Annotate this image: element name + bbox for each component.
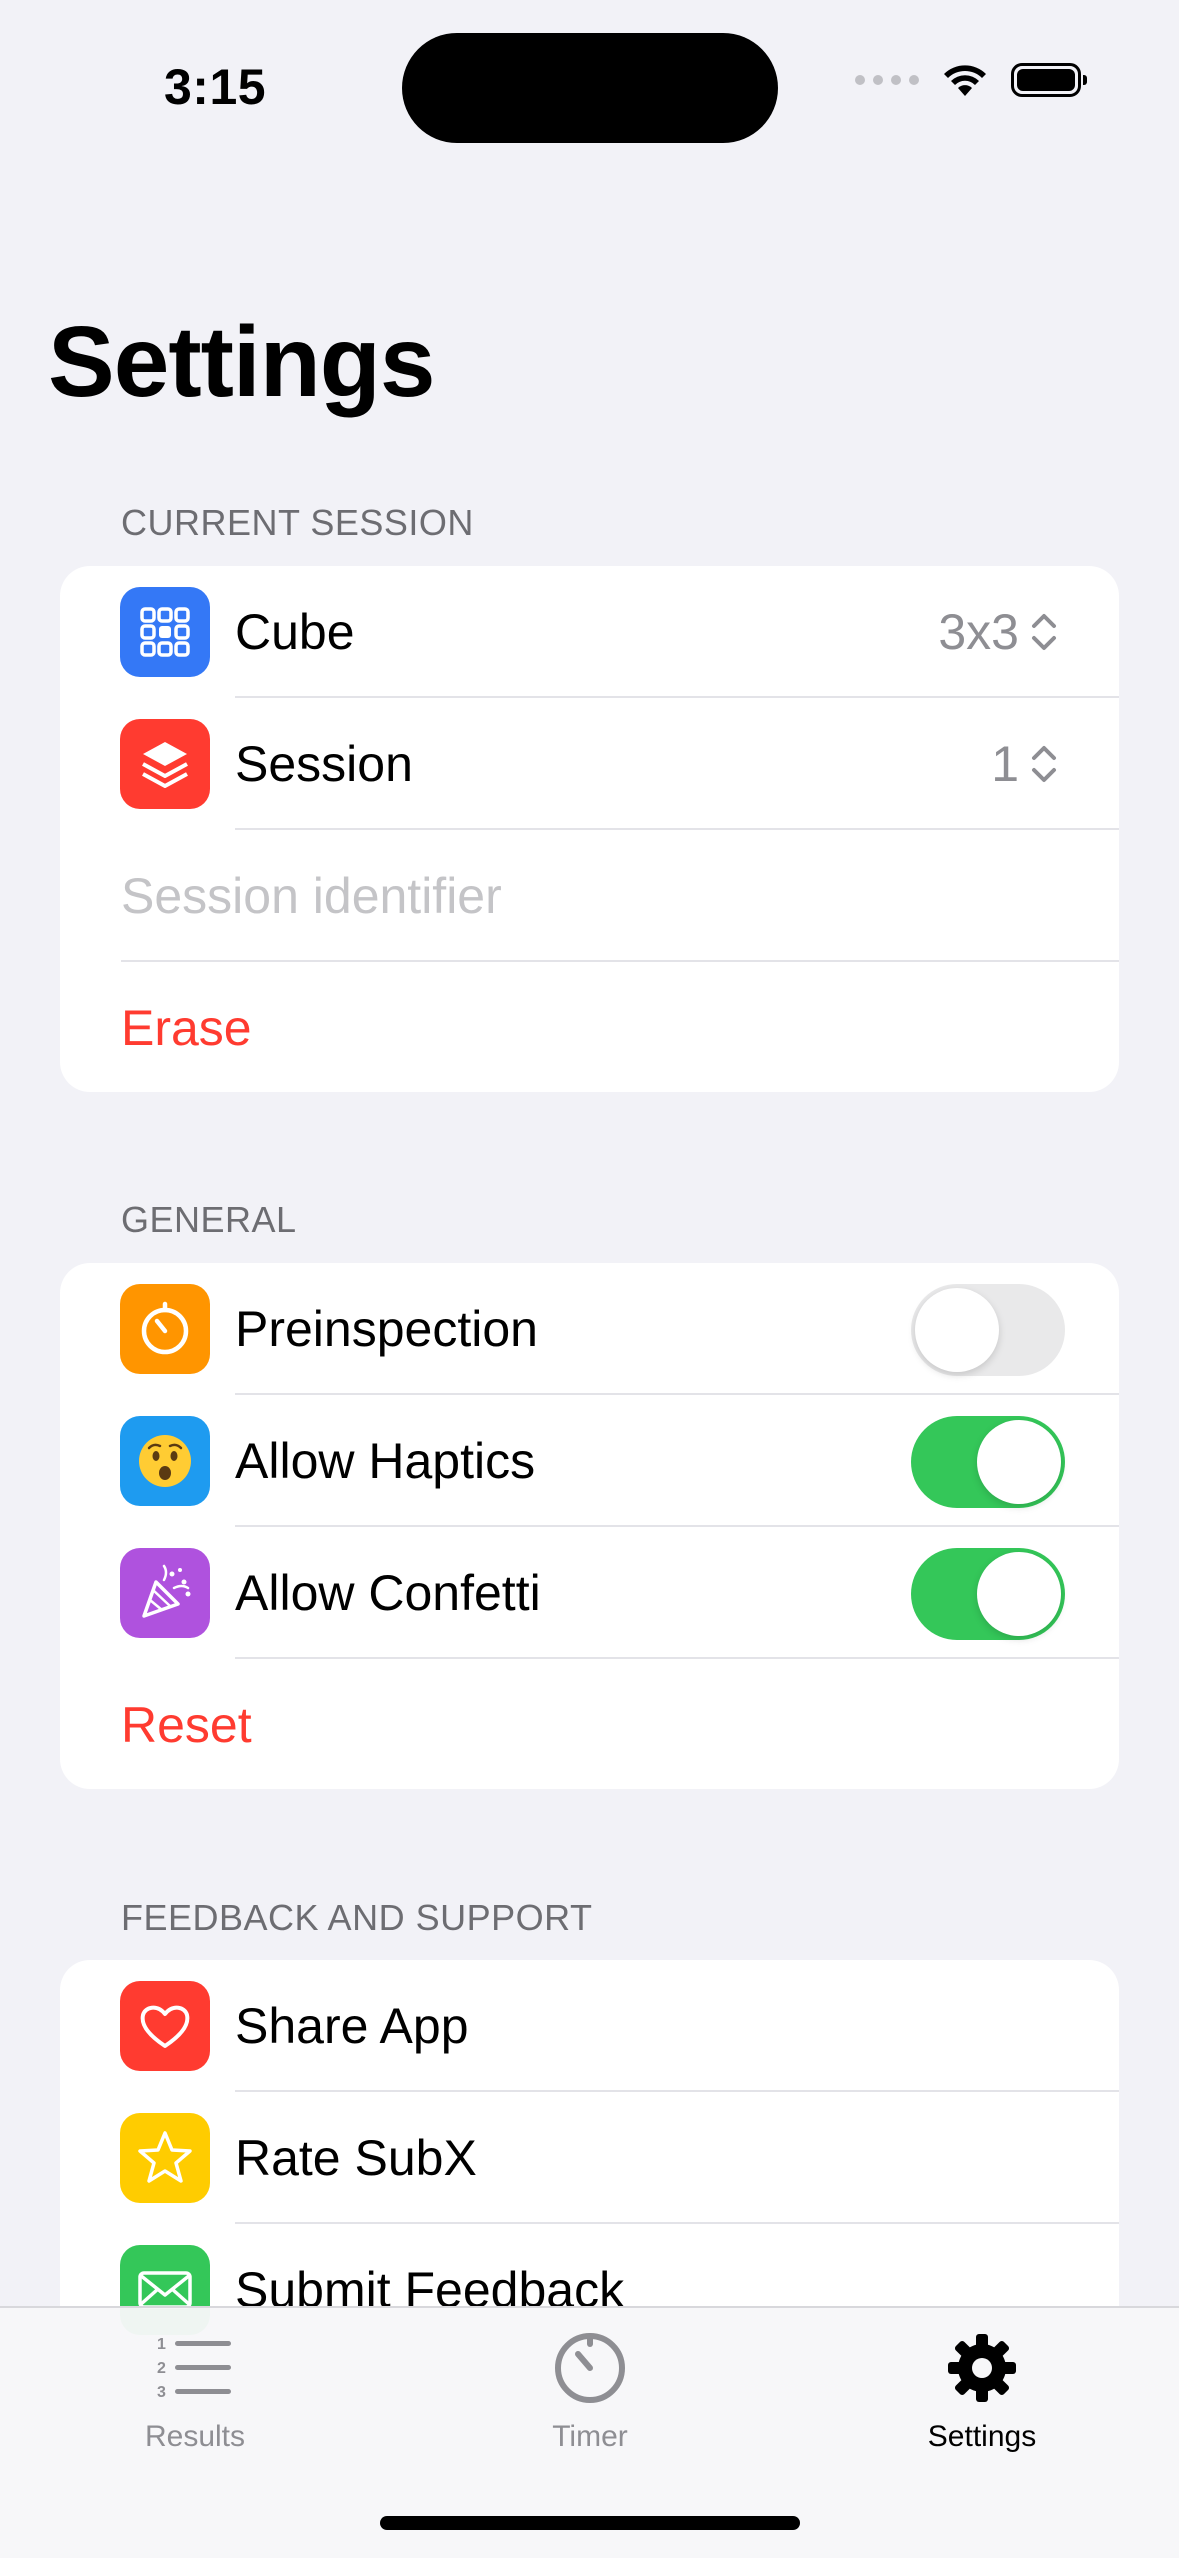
haptics-row: Allow Haptics (60, 1395, 1119, 1527)
chevron-up-down-icon (1032, 614, 1056, 650)
cellular-signal-icon (855, 75, 919, 85)
session-picker[interactable]: 1 (991, 735, 1059, 793)
stack-icon (120, 719, 210, 809)
erase-button[interactable]: Erase (60, 962, 1119, 1092)
confetti-row: Allow Confetti (60, 1527, 1119, 1659)
tab-settings-label: Settings (927, 2420, 1037, 2453)
numbered-list-icon: 1 2 3 (75, 2328, 315, 2408)
confetti-label: Allow Confetti (235, 1565, 541, 1621)
status-time: 3:15 (164, 59, 267, 115)
dynamic-island (402, 33, 778, 143)
timer-icon (470, 2328, 710, 2408)
rate-label: Rate SubX (235, 2130, 477, 2186)
page-title: Settings (48, 306, 435, 418)
erase-label: Erase (121, 1000, 252, 1056)
section-header-feedback: FEEDBACK AND SUPPORT (121, 1897, 593, 1938)
confetti-toggle[interactable] (911, 1548, 1065, 1640)
reset-button[interactable]: Reset (60, 1659, 1119, 1789)
cube-picker[interactable]: 3x3 (938, 603, 1059, 661)
svg-text:2: 2 (157, 2360, 166, 2377)
haptics-label: Allow Haptics (235, 1433, 536, 1489)
session-identifier-placeholder: Session identifier (121, 868, 502, 924)
session-label: Session (235, 736, 413, 792)
party-popper-icon (120, 1548, 210, 1638)
preinspection-toggle[interactable] (911, 1284, 1065, 1376)
share-app-row[interactable]: Share App (60, 1960, 1119, 2092)
cube-label: Cube (235, 604, 355, 660)
rate-row[interactable]: Rate SubX (60, 2092, 1119, 2224)
preinspection-label: Preinspection (235, 1301, 538, 1357)
cube-value: 3x3 (938, 604, 1019, 660)
star-icon (120, 2113, 210, 2203)
grid-icon (120, 587, 210, 677)
section-header-general: GENERAL (121, 1199, 297, 1240)
timer-icon (120, 1284, 210, 1374)
general-card: Preinspection Allow Haptics Allow Confet… (60, 1263, 1119, 1789)
surprised-face-icon (120, 1416, 210, 1506)
home-indicator (380, 2516, 800, 2530)
share-app-label: Share App (235, 1998, 469, 2054)
tab-results-label: Results (144, 2420, 246, 2453)
wifi-icon (944, 65, 986, 96)
session-row[interactable]: Session 1 (60, 698, 1119, 830)
preinspection-row: Preinspection (60, 1263, 1119, 1395)
haptics-toggle[interactable] (911, 1416, 1065, 1508)
section-header-current-session: CURRENT SESSION (121, 502, 474, 543)
battery-icon (1011, 63, 1087, 97)
tab-timer-label: Timer (552, 2420, 628, 2453)
svg-text:3: 3 (157, 2384, 166, 2401)
gear-icon (862, 2328, 1102, 2408)
current-session-card: Cube 3x3 Session 1 Session identifier Er… (60, 566, 1119, 1092)
tab-settings[interactable]: Settings (862, 2328, 1102, 2454)
reset-label: Reset (121, 1697, 252, 1753)
session-identifier-field[interactable]: Session identifier (60, 830, 1119, 962)
status-indicators (855, 62, 1087, 98)
heart-icon (120, 1981, 210, 2071)
cube-row[interactable]: Cube 3x3 (60, 566, 1119, 698)
tab-results[interactable]: 1 2 3 Results (75, 2328, 315, 2454)
svg-text:1: 1 (157, 2336, 166, 2353)
session-value: 1 (991, 736, 1019, 792)
tab-timer[interactable]: Timer (470, 2328, 710, 2454)
chevron-up-down-icon (1032, 746, 1056, 782)
